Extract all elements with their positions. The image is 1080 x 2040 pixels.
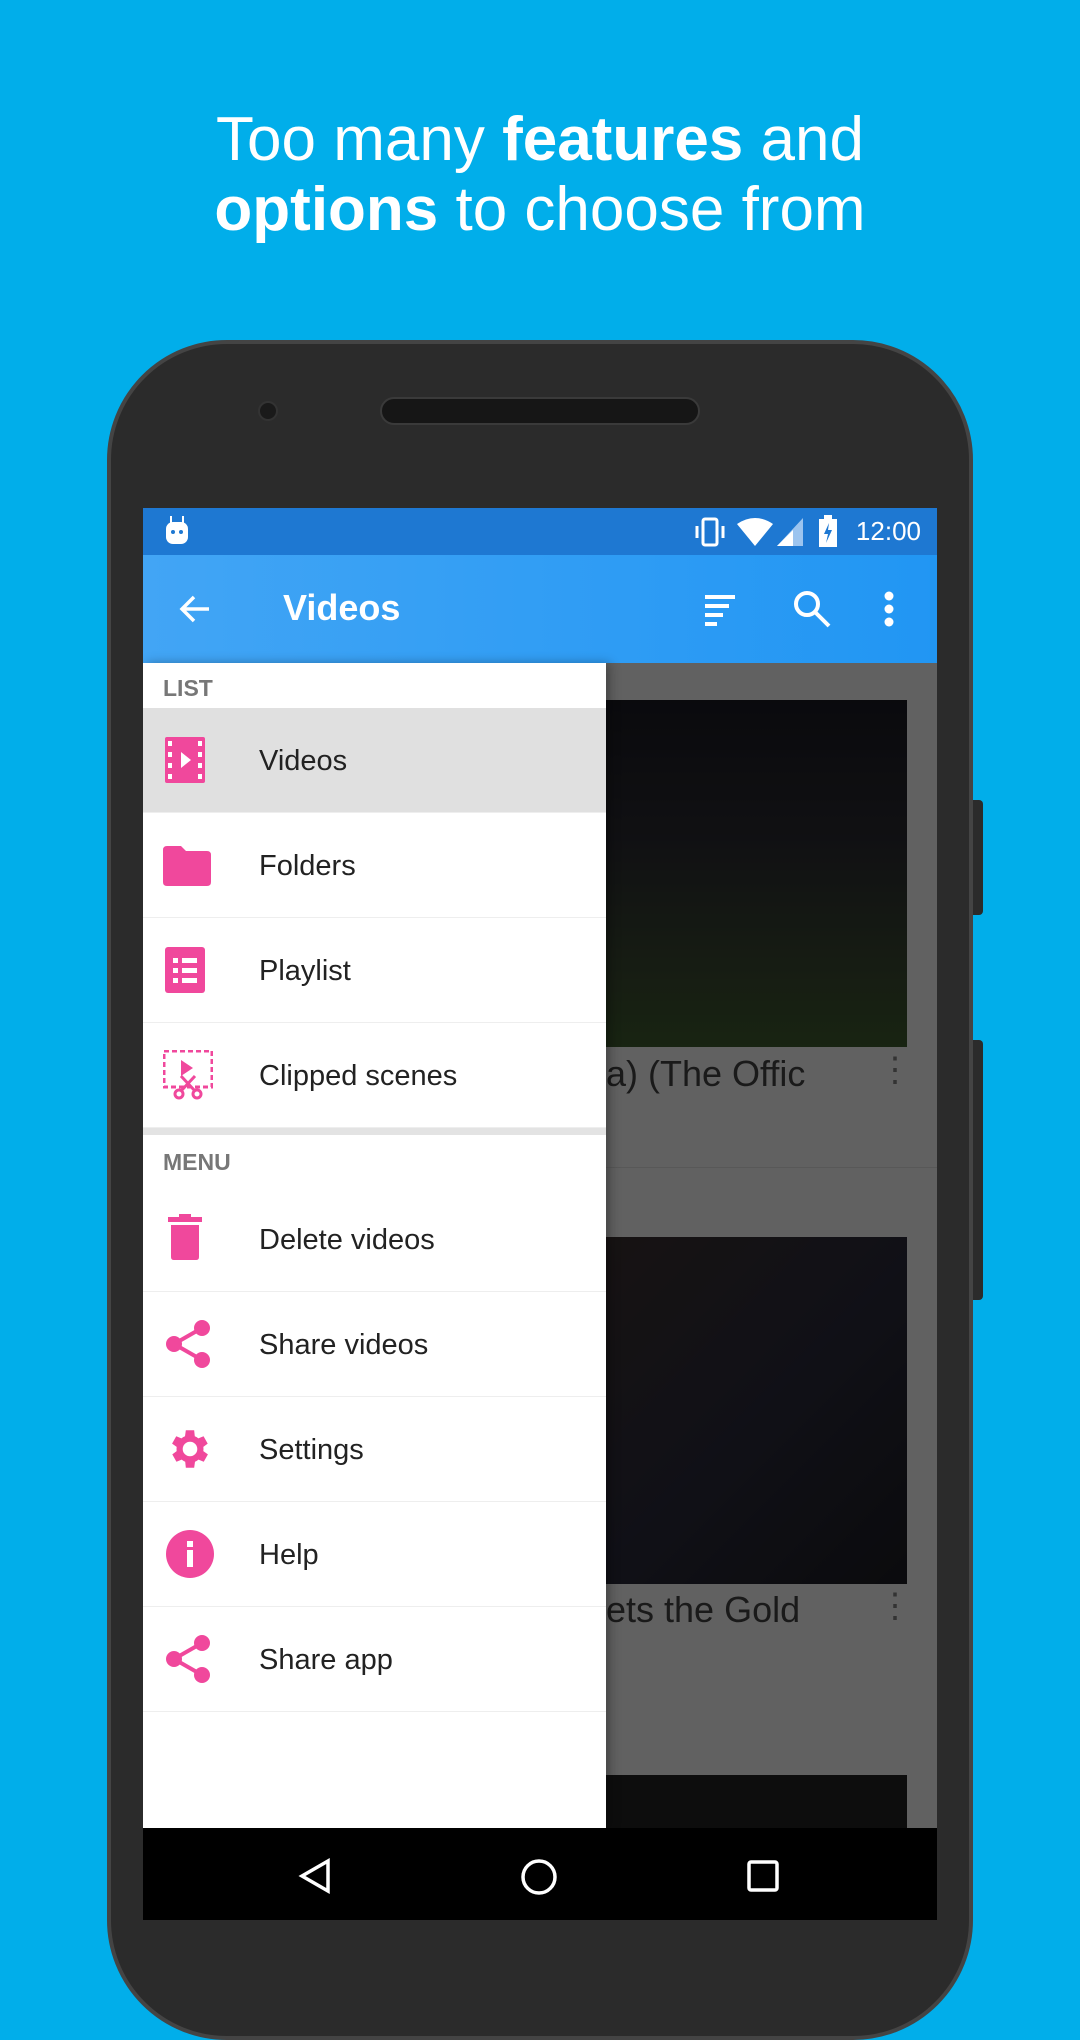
nav-home-icon[interactable]: [520, 1858, 558, 1896]
video-more-icon[interactable]: ⋮: [878, 1053, 912, 1087]
more-vert-icon[interactable]: [883, 591, 895, 627]
speaker-grille: [380, 397, 700, 425]
app-bar: Videos: [143, 555, 937, 663]
page-title: Videos: [283, 587, 401, 628]
section-header-list: LIST: [163, 675, 213, 701]
gear-icon: [172, 1430, 208, 1468]
headline-text: Too many: [216, 105, 503, 174]
video-title[interactable]: ets the Gold: [606, 1589, 891, 1631]
clock: 12:00: [855, 516, 921, 546]
video-more-icon[interactable]: ⋮: [878, 1589, 912, 1623]
section-header-menu: MENU: [163, 1149, 231, 1175]
trash-icon: [168, 1214, 202, 1260]
drawer-item-settings[interactable]: Settings: [143, 1397, 606, 1502]
folder-icon: [163, 846, 211, 886]
drawer-item-label: Settings: [259, 1434, 364, 1466]
search-icon[interactable]: [792, 589, 832, 629]
wifi-icon: [737, 518, 773, 546]
headline: Too many features and options to choose …: [0, 105, 1080, 245]
vibrate-icon: [695, 517, 725, 547]
navigation-drawer: LIST Videos Folders Playlist Clipped sce…: [143, 663, 606, 1828]
status-bar: 12:00: [143, 508, 937, 555]
headline-text: and: [743, 105, 864, 174]
clipped-scenes-icon: [163, 1050, 213, 1100]
drawer-item-folders[interactable]: Folders: [143, 813, 606, 918]
power-button: [973, 1040, 983, 1300]
drawer-item-share-videos[interactable]: Share videos: [143, 1292, 606, 1397]
nav-recents-icon[interactable]: [747, 1860, 779, 1892]
volume-button: [973, 800, 983, 915]
share-icon: [166, 1320, 210, 1368]
phone-screen: 12:00 Videos a) (The Offic ⋮ ets the Gol…: [143, 508, 937, 1920]
drawer-item-label: Clipped scenes: [259, 1060, 458, 1092]
video-film-icon: [165, 737, 205, 783]
share-icon: [166, 1635, 210, 1683]
drawer-item-videos[interactable]: Videos: [143, 708, 606, 813]
video-title[interactable]: a) (The Offic: [606, 1053, 891, 1095]
headline-text: to choose from: [438, 175, 866, 244]
drawer-item-label: Share app: [259, 1644, 393, 1676]
drawer-item-label: Delete videos: [259, 1224, 435, 1256]
android-icon: [166, 516, 188, 544]
back-arrow-icon[interactable]: [179, 593, 211, 625]
drawer-item-label: Folders: [259, 850, 356, 882]
front-camera: [258, 401, 278, 421]
section-divider: [143, 1128, 606, 1135]
system-nav-bar: [143, 1828, 937, 1920]
drawer-item-playlist[interactable]: Playlist: [143, 918, 606, 1023]
drawer-item-label: Playlist: [259, 955, 351, 987]
playlist-icon: [165, 947, 205, 993]
info-icon: [166, 1530, 214, 1578]
drawer-item-label: Help: [259, 1539, 319, 1571]
drawer-item-share-app[interactable]: Share app: [143, 1607, 606, 1712]
drawer-item-delete-videos[interactable]: Delete videos: [143, 1187, 606, 1292]
drawer-item-label: Share videos: [259, 1329, 429, 1361]
battery-charging-icon: [819, 515, 837, 547]
drawer-item-clipped-scenes[interactable]: Clipped scenes: [143, 1023, 606, 1128]
headline-bold: options: [214, 175, 439, 244]
sort-icon[interactable]: [703, 591, 737, 627]
drawer-item-help[interactable]: Help: [143, 1502, 606, 1607]
signal-icon: [777, 518, 803, 546]
nav-back-icon[interactable]: [298, 1858, 332, 1894]
headline-bold: features: [502, 105, 744, 174]
drawer-item-label: Videos: [259, 745, 348, 777]
